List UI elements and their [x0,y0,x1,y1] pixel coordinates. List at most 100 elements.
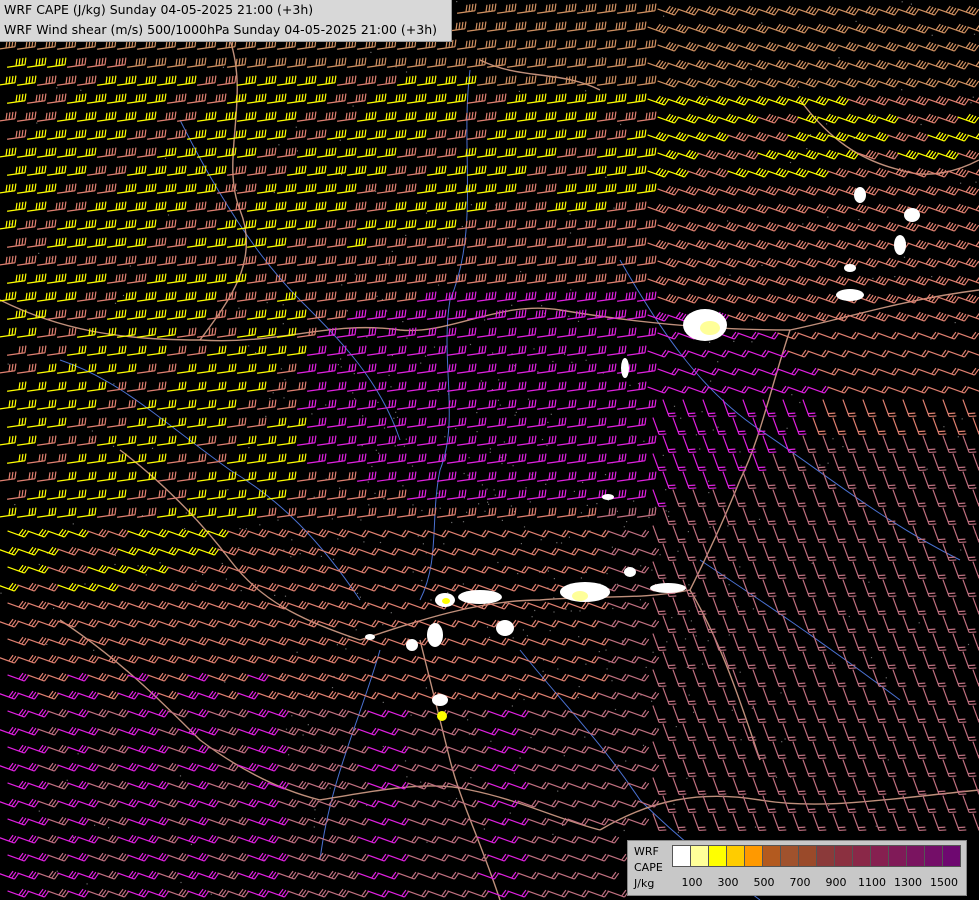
terrain-dot [489,451,491,453]
terrain-dot [339,487,341,489]
terrain-dot [514,414,516,416]
legend-tick-label: 100 [681,876,703,889]
terrain-dot [545,483,547,485]
terrain-dot [957,436,959,438]
terrain-dot [391,250,393,252]
terrain-dot [77,753,79,755]
terrain-dot [570,610,572,612]
terrain-dot [354,273,356,275]
terrain-dot [665,489,667,491]
terrain-dot [375,449,377,451]
terrain-dot [91,430,93,432]
terrain-dot [573,490,575,492]
terrain-dot [145,574,147,576]
terrain-dot [596,503,598,505]
terrain-dot [377,401,379,403]
terrain-dot [510,678,512,680]
terrain-dot [552,833,554,835]
terrain-dot [518,90,520,92]
terrain-dot [552,360,554,363]
terrain-dot [311,413,313,415]
terrain-dot [112,445,115,447]
terrain-dot [179,775,182,777]
terrain-dot [623,526,625,528]
terrain-dot [659,554,661,556]
terrain-dot [66,779,68,781]
map-title-box: WRF CAPE (J/kg) Sunday 04-05-2025 21:00 … [0,0,452,42]
terrain-dot [486,626,489,628]
cape-patch [624,567,636,577]
legend-swatch [834,845,853,867]
terrain-dot [605,649,607,651]
terrain-dot [587,516,589,518]
cape-patch [650,583,686,593]
terrain-dot [541,438,544,441]
cape-patch [854,187,866,203]
terrain-dot [497,561,499,564]
legend-swatch [888,845,907,867]
terrain-dot [960,182,962,184]
terrain-dot [184,528,186,530]
terrain-dot [484,510,486,512]
terrain-dot [585,359,587,361]
terrain-dot [421,579,423,582]
terrain-dot [461,749,463,751]
terrain-dot [366,336,368,338]
cape-patch [700,321,720,335]
terrain-dot [606,668,608,670]
terrain-dot [265,415,267,417]
terrain-dot [708,492,710,494]
terrain-dot [500,456,502,459]
terrain-dot [255,352,257,354]
terrain-dot [611,680,613,682]
terrain-dot [466,511,468,513]
terrain-dot [943,426,945,428]
terrain-dot [775,776,778,778]
terrain-dot [525,487,527,489]
terrain-dot [72,523,74,525]
terrain-dot [870,657,873,659]
terrain-dot [764,756,766,758]
terrain-dot [629,384,631,386]
title-wind-shear: WRF Wind shear (m/s) 500/1000hPa Sunday … [4,22,437,37]
terrain-dot [72,836,75,838]
terrain-dot [382,745,384,748]
terrain-dot [339,139,341,141]
terrain-dot [739,566,741,568]
terrain-dot [926,468,928,470]
terrain-dot [10,223,12,225]
terrain-dot [872,277,874,279]
terrain-dot [352,392,354,394]
terrain-dot [405,438,407,440]
terrain-dot [394,445,396,447]
terrain-dot [727,220,729,222]
terrain-dot [84,583,86,585]
terrain-dot [639,599,641,601]
terrain-dot [484,319,486,321]
terrain-dot [578,636,580,638]
cape-patch [406,639,418,651]
terrain-dot [534,609,536,612]
terrain-dot [337,538,339,540]
terrain-dot [930,338,932,340]
terrain-dot [975,181,977,183]
terrain-dot [269,398,271,400]
terrain-dot [640,565,642,567]
terrain-dot [564,353,566,355]
terrain-dot [695,635,697,637]
terrain-dot [671,617,673,619]
terrain-dot [531,616,533,618]
terrain-dot [492,352,494,354]
terrain-dot [259,524,261,526]
terrain-dot [53,607,55,610]
terrain-dot [354,398,356,400]
terrain-dot [701,411,703,413]
terrain-dot [340,366,342,368]
terrain-dot [737,606,739,608]
terrain-dot [122,294,125,297]
terrain-dot [337,364,339,366]
terrain-dot [476,431,478,433]
terrain-dot [498,379,500,381]
terrain-dot [695,434,697,436]
terrain-dot [296,651,298,653]
